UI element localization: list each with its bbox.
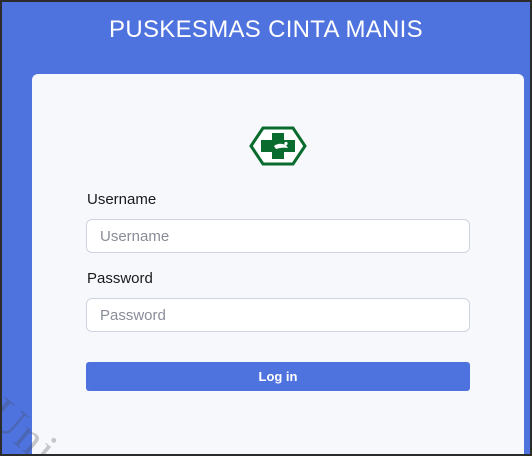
username-label: Username — [87, 191, 157, 208]
login-card: Username Password Log in — [32, 74, 524, 454]
login-page: PUSKESMAS CINTA MANIS Username Password … — [0, 0, 532, 456]
login-button[interactable]: Log in — [86, 362, 470, 391]
username-input[interactable] — [86, 219, 470, 253]
password-input[interactable] — [86, 298, 470, 332]
password-label: Password — [87, 270, 153, 287]
app-title: PUSKESMAS CINTA MANIS — [109, 16, 423, 43]
health-cross-logo-icon — [249, 126, 307, 166]
